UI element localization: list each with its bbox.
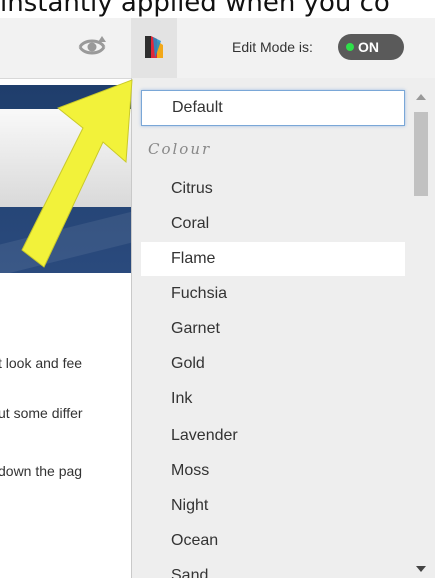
background-text-line: down the pag	[0, 463, 83, 479]
theme-option-highlighted[interactable]: Flame	[141, 242, 405, 276]
dropdown-scrollbar[interactable]	[412, 86, 432, 578]
theme-option[interactable]: Sand	[141, 559, 405, 578]
theme-option[interactable]: Ocean	[141, 524, 405, 558]
scroll-down-arrow-icon[interactable]	[416, 566, 426, 572]
theme-option[interactable]: Night	[141, 489, 405, 523]
edit-mode-toggle[interactable]: ON	[338, 34, 404, 60]
eye-refresh-icon[interactable]	[76, 33, 108, 61]
scroll-thumb[interactable]	[414, 112, 428, 196]
edit-mode-label: Edit Mode is:	[232, 39, 313, 55]
theme-option[interactable]: Fuchsia	[141, 277, 405, 311]
theme-option[interactable]: Gold	[141, 347, 405, 381]
scroll-up-arrow-icon[interactable]	[416, 94, 426, 100]
theme-option[interactable]: Lavender	[141, 419, 405, 453]
edit-mode-state: ON	[358, 39, 379, 55]
theme-option[interactable]: Citrus	[141, 172, 405, 206]
theme-dropdown[interactable]: Default Colour Citrus Coral Flame Fuchsi…	[131, 78, 435, 578]
annotation-arrow-icon	[21, 79, 133, 268]
color-palette-icon	[145, 36, 163, 58]
theme-option-default[interactable]: Default	[141, 90, 405, 126]
theme-option[interactable]: Garnet	[141, 312, 405, 346]
page-caption: instantly applied when you co	[0, 0, 390, 18]
background-text-line: t look and fee	[0, 355, 83, 371]
toggle-status-dot	[346, 43, 354, 51]
colour-section-heading: Colour	[148, 140, 212, 158]
theme-option[interactable]: Coral	[141, 207, 405, 241]
theme-option[interactable]: Ink	[141, 382, 405, 416]
background-text-line: ut some differ	[0, 405, 83, 421]
theme-option[interactable]: Moss	[141, 454, 405, 488]
